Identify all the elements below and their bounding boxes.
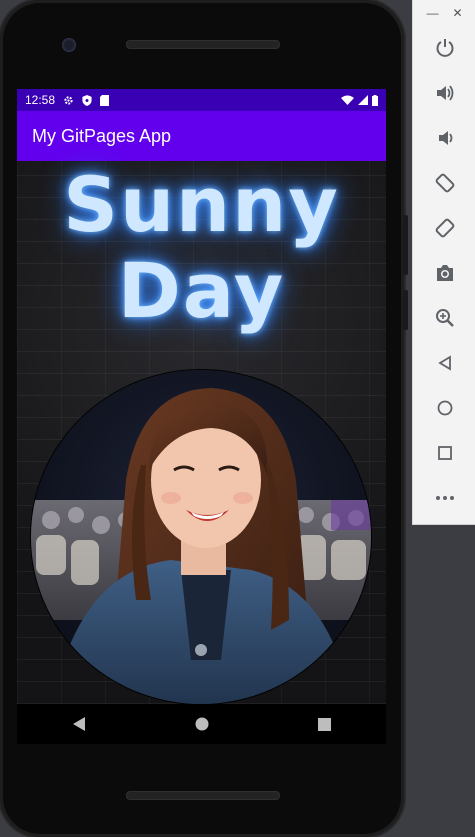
camera-icon bbox=[436, 265, 453, 281]
toolbar-overview-button[interactable] bbox=[413, 435, 475, 471]
neon-title-line2: Day bbox=[117, 246, 286, 335]
signal-icon bbox=[358, 95, 368, 105]
home-icon bbox=[195, 717, 208, 731]
main-content: Sunny Day bbox=[17, 161, 386, 704]
top-speaker bbox=[126, 40, 280, 49]
battery-icon bbox=[372, 94, 378, 106]
rotate-right-icon bbox=[435, 218, 454, 238]
wifi-icon bbox=[341, 95, 354, 105]
emulator-toolbar: — ✕ bbox=[412, 0, 475, 525]
bottom-speaker bbox=[126, 791, 280, 800]
sd-card-icon bbox=[100, 94, 110, 106]
nav-home-button[interactable] bbox=[182, 709, 222, 739]
more-icon bbox=[435, 496, 454, 500]
shield-icon bbox=[82, 94, 92, 106]
side-button bbox=[403, 290, 408, 330]
recents-icon bbox=[318, 717, 331, 731]
portrait-illustration bbox=[31, 370, 371, 704]
minimize-icon[interactable]: — bbox=[426, 6, 438, 20]
zoom-icon bbox=[435, 309, 454, 327]
overview-icon bbox=[437, 446, 452, 460]
home-icon bbox=[437, 400, 452, 416]
power-button[interactable] bbox=[413, 30, 475, 66]
rotate-right-button[interactable] bbox=[413, 210, 475, 246]
toolbar-back-button[interactable] bbox=[413, 345, 475, 381]
back-icon bbox=[72, 717, 85, 731]
volume-up-button[interactable] bbox=[413, 75, 475, 111]
close-icon[interactable]: ✕ bbox=[452, 6, 462, 20]
nav-back-button[interactable] bbox=[59, 709, 99, 739]
rotate-left-button[interactable] bbox=[413, 165, 475, 201]
toolbar-home-button[interactable] bbox=[413, 390, 475, 426]
status-time: 12:58 bbox=[25, 93, 56, 107]
status-bar: 12:58 bbox=[17, 89, 386, 111]
volume-down-button[interactable] bbox=[413, 120, 475, 156]
power-icon bbox=[436, 39, 453, 57]
app-title: My GitPages App bbox=[32, 125, 172, 146]
neon-title-line1: Sunny bbox=[63, 160, 340, 249]
front-camera bbox=[62, 38, 76, 52]
zoom-button[interactable] bbox=[413, 300, 475, 336]
device-screen: 12:58 My GitPages App Sunny Day bbox=[17, 89, 386, 704]
back-icon bbox=[437, 355, 451, 371]
gear-icon bbox=[64, 95, 73, 105]
toolbar-more-button[interactable] bbox=[413, 480, 475, 516]
rotate-left-icon bbox=[435, 173, 454, 193]
screenshot-button[interactable] bbox=[413, 255, 475, 291]
app-bar: My GitPages App bbox=[17, 111, 386, 161]
circular-portrait-photo bbox=[31, 370, 371, 704]
volume-down-icon bbox=[438, 131, 452, 145]
navigation-bar bbox=[17, 704, 386, 744]
volume-up-icon bbox=[436, 85, 453, 101]
side-button bbox=[403, 215, 408, 275]
nav-recents-button[interactable] bbox=[305, 709, 345, 739]
